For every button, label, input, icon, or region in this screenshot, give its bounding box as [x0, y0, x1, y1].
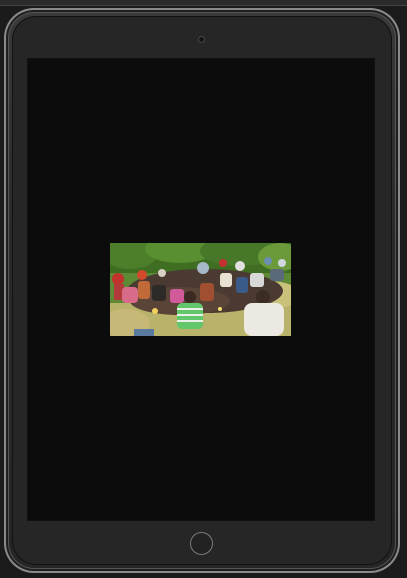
photo-of-people-seated-outdoors [110, 243, 291, 336]
tablet-screen[interactable] [28, 59, 374, 520]
page [0, 0, 407, 578]
window-top-strip [0, 0, 407, 6]
group-photo[interactable] [110, 243, 291, 336]
home-button-icon[interactable] [190, 532, 213, 555]
front-camera-icon [198, 36, 205, 43]
